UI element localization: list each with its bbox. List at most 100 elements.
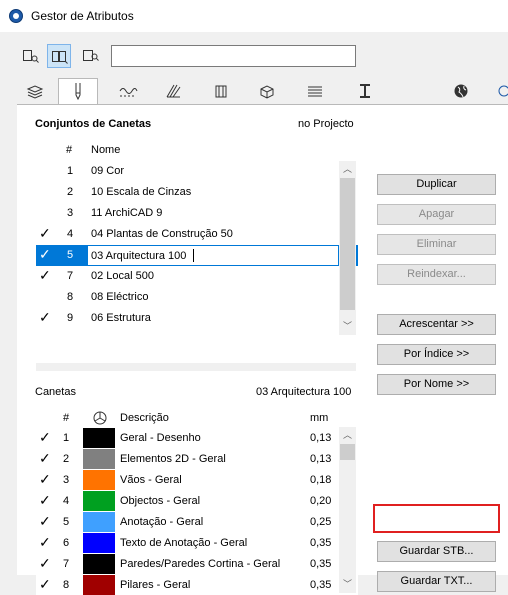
line-type-icon: [119, 88, 138, 97]
col-name-header: Nome: [91, 144, 121, 156]
list-item[interactable]: ✓ 4 04 Plantas de Construção 50: [36, 224, 358, 245]
detail-view-button[interactable]: [79, 44, 103, 68]
used-check-icon[interactable]: ✓: [39, 534, 51, 551]
app-icon: [9, 9, 23, 23]
pen-set-num: 5: [67, 249, 74, 261]
pen-desc: Vãos - Geral: [120, 474, 182, 486]
pen-desc: Anotação - Geral: [120, 516, 204, 528]
rename-input-value: 03 Arquitectura 100: [91, 250, 187, 262]
reindexar-button[interactable]: Reindexar...: [377, 264, 496, 285]
table-row[interactable]: ✓ 7 Paredes/Paredes Cortina - Geral 0,35: [36, 554, 358, 575]
dialog-body: Conjuntos de Canetas no Projecto # Nome …: [0, 32, 508, 595]
used-check-icon[interactable]: ✓: [39, 267, 51, 284]
pens-header: Canetas: [35, 386, 76, 398]
pen-color-swatch[interactable]: [83, 491, 115, 511]
acrescentar-button[interactable]: Acrescentar >>: [377, 314, 496, 335]
pens-header-row: # Descrição mm: [36, 408, 358, 429]
window-title: Gestor de Atributos: [31, 9, 134, 23]
list-view-button[interactable]: [19, 44, 43, 68]
list-item[interactable]: ✓ 9 06 Estrutura: [36, 308, 358, 329]
table-row[interactable]: ✓ 1 Geral - Desenho 0,13: [36, 428, 358, 449]
pen-color-swatch[interactable]: [83, 449, 115, 469]
used-check-icon[interactable]: ✓: [39, 309, 51, 326]
apagar-button[interactable]: Apagar: [377, 204, 496, 225]
scrollbar-thumb[interactable]: [340, 444, 355, 460]
rename-input[interactable]: 03 Arquitectura 100: [87, 245, 339, 266]
used-check-icon[interactable]: ✓: [39, 555, 51, 572]
pen-color-swatch[interactable]: [83, 512, 115, 532]
selected-list-item[interactable]: ✓ 5 03 Arquitectura 100: [36, 245, 358, 266]
tab-pens[interactable]: [58, 78, 98, 105]
tab-line-types[interactable]: [110, 81, 146, 101]
table-row[interactable]: ✓ 5 Anotação - Geral 0,25: [36, 512, 358, 533]
table-row[interactable]: ✓ 6 Texto de Anotação - Geral 0,35: [36, 533, 358, 554]
pen-set-name: 04 Plantas de Construção 50: [91, 228, 233, 240]
scroll-down-icon[interactable]: ﹀: [339, 576, 356, 593]
tab-fills[interactable]: [155, 81, 191, 101]
tab-profiles[interactable]: [347, 81, 383, 101]
used-check-icon[interactable]: ✓: [39, 246, 51, 263]
pen-sets-list: # Nome 1 09 Cor 2 10 Escala de Cinzas 3 …: [36, 140, 358, 335]
pen-desc: Paredes/Paredes Cortina - Geral: [120, 558, 281, 570]
list-item[interactable]: ✓ 7 02 Local 500: [36, 266, 358, 287]
tab-composites[interactable]: [203, 81, 239, 101]
tab-layers[interactable]: [17, 81, 53, 101]
tab-environment[interactable]: [443, 81, 479, 101]
eliminar-button[interactable]: Eliminar: [377, 234, 496, 255]
list-item[interactable]: 8 08 Eléctrico: [36, 287, 358, 308]
guardar-txt-button[interactable]: Guardar TXT...: [377, 571, 496, 592]
pen-sets-scrollbar[interactable]: ︿ ﹀: [339, 161, 356, 335]
pen-icon: [75, 83, 81, 101]
list-item[interactable]: 3 11 ArchiCAD 9: [36, 203, 358, 224]
pen-num: 5: [63, 516, 70, 528]
col-desc-header: Descrição: [120, 412, 169, 424]
list-item[interactable]: 2 10 Escala de Cinzas: [36, 182, 358, 203]
scroll-up-icon[interactable]: ︿: [339, 161, 356, 178]
pen-set-name: 08 Eléctrico: [91, 291, 149, 303]
col-num-header: #: [63, 412, 70, 424]
used-check-icon[interactable]: ✓: [39, 513, 51, 530]
used-check-icon[interactable]: ✓: [39, 450, 51, 467]
used-check-icon[interactable]: ✓: [39, 429, 51, 446]
used-check-icon[interactable]: ✓: [39, 492, 51, 509]
pens-scrollbar[interactable]: ︿ ﹀: [339, 427, 356, 593]
guardar-stb-button[interactable]: Guardar STB...: [377, 541, 496, 562]
pen-set-name: 09 Cor: [91, 165, 125, 177]
table-row[interactable]: ✓ 4 Objectos - Geral 0,20: [36, 491, 358, 512]
pen-mm: 0,35: [310, 537, 332, 549]
pen-color-swatch[interactable]: [83, 428, 115, 448]
list-item[interactable]: 1 09 Cor: [36, 161, 358, 182]
used-check-icon[interactable]: ✓: [39, 225, 51, 242]
pen-set-num: 8: [67, 291, 74, 303]
tab-more[interactable]: [490, 81, 508, 101]
pen-color-swatch[interactable]: [83, 575, 115, 595]
tab-zones[interactable]: [297, 81, 333, 101]
composite-icon: [215, 85, 227, 98]
scrollbar-thumb[interactable]: [340, 178, 355, 310]
pen-color-swatch[interactable]: [83, 554, 115, 574]
pen-set-num: 9: [67, 312, 74, 324]
pen-sets-hscrollbar[interactable]: [36, 363, 356, 371]
pen-mm: 0,13: [310, 453, 332, 465]
scroll-down-icon[interactable]: ﹀: [339, 318, 356, 335]
pen-color-swatch[interactable]: [83, 533, 115, 553]
pen-desc: Geral - Desenho: [120, 432, 201, 444]
pen-desc: Pilares - Geral: [120, 579, 191, 591]
compare-view-button[interactable]: [47, 44, 71, 68]
duplicar-button[interactable]: Duplicar: [377, 174, 496, 195]
profile-icon: [360, 84, 370, 98]
tab-materials[interactable]: [249, 81, 285, 101]
table-row[interactable]: ✓ 8 Pilares - Geral 0,35: [36, 575, 358, 595]
pen-color-swatch[interactable]: [83, 470, 115, 490]
filter-input[interactable]: [111, 45, 356, 67]
por-nome-button[interactable]: Por Nome >>: [377, 374, 496, 395]
fill-icon: [166, 84, 181, 98]
table-row[interactable]: ✓ 2 Elementos 2D - Geral 0,13: [36, 449, 358, 470]
scroll-up-icon[interactable]: ︿: [339, 427, 356, 444]
table-row[interactable]: ✓ 3 Vãos - Geral 0,18: [36, 470, 358, 491]
por-indice-button[interactable]: Por Índice >>: [377, 344, 496, 365]
pens-list: # Descrição mm ✓ 1 Geral - Desenho 0,13 …: [36, 408, 358, 595]
used-check-icon[interactable]: ✓: [39, 471, 51, 488]
used-check-icon[interactable]: ✓: [39, 576, 51, 593]
pen-mm: 0,13: [310, 432, 332, 444]
